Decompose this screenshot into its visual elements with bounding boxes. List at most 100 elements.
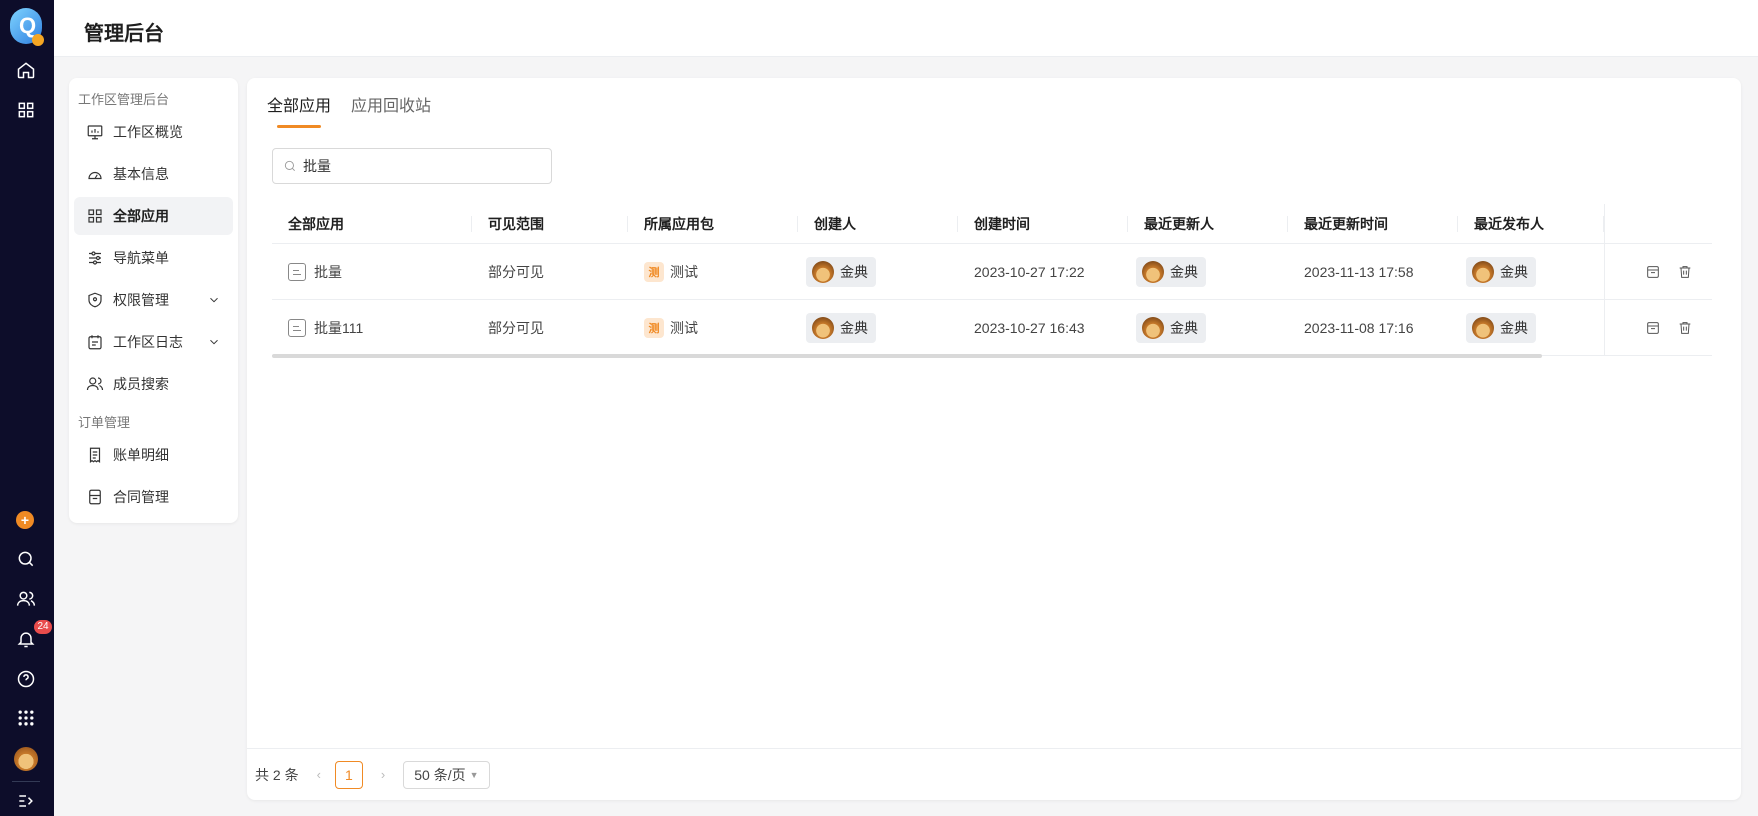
pagination: 共 2 条 ‹ 1 › 50 条/页 ▼ — [247, 748, 1741, 800]
next-page-icon[interactable]: › — [381, 767, 385, 782]
archive-icon[interactable] — [1645, 320, 1661, 336]
tab-bar: 全部应用 应用回收站 — [267, 92, 431, 128]
archive-icon[interactable] — [1645, 264, 1661, 280]
expand-rail-icon[interactable] — [15, 790, 37, 812]
user-name: 金典 — [840, 319, 868, 336]
sidebar-item-permissions[interactable]: 权限管理 — [74, 281, 233, 319]
receipt-icon — [89, 447, 101, 463]
monitor-icon — [87, 125, 103, 140]
user-chip[interactable]: 金典 — [1466, 312, 1536, 343]
total-count: 共 2 条 — [255, 766, 299, 783]
create-plus-icon[interactable]: + — [16, 511, 34, 529]
page-title: 管理后台 — [84, 23, 164, 45]
table-header: 全部应用 可见范围 所属应用包 创建人 创建时间 最近更新人 最近更新时间 最近… — [272, 204, 1712, 244]
tab-all-apps[interactable]: 全部应用 — [267, 92, 331, 128]
sidebar-item-contracts[interactable]: 合同管理 — [74, 478, 233, 516]
tab-recycle-bin[interactable]: 应用回收站 — [351, 92, 431, 128]
avatar — [812, 316, 834, 339]
app-name-cell: 批量111 — [272, 300, 472, 355]
side-menu: 工作区管理后台 工作区概览 基本信息 全部应用 导航菜单 权限管理 工作区日志 … — [69, 78, 238, 523]
form-icon — [288, 318, 306, 337]
search-box[interactable] — [272, 148, 552, 184]
updated-time-cell: 2023-11-13 17:58 — [1304, 263, 1414, 280]
col-publisher: 最近发布人 — [1458, 204, 1604, 243]
top-header: 管理后台 — [54, 0, 1758, 57]
horizontal-scrollbar[interactable] — [272, 354, 1542, 358]
publisher-cell: 金典 — [1458, 244, 1604, 299]
calendar-icon — [88, 335, 102, 350]
sidebar-item-workspace-log[interactable]: 工作区日志 — [74, 323, 233, 361]
app-name[interactable]: 批量 — [314, 262, 342, 282]
apps-grid-icon[interactable] — [15, 99, 37, 121]
actions-cell — [1604, 300, 1712, 355]
contacts-icon[interactable] — [15, 588, 37, 610]
scope-cell: 部分可见 — [488, 263, 544, 280]
sidebar-item-label: 成员搜索 — [113, 376, 169, 392]
user-chip[interactable]: 金典 — [806, 312, 876, 343]
app-name[interactable]: 批量111 — [314, 318, 363, 338]
user-chip[interactable]: 金典 — [1136, 312, 1206, 343]
table-row[interactable]: 批量 部分可见 测测试 金典 2023-10-27 17:22 金典 2023-… — [272, 244, 1712, 300]
user-name: 金典 — [1500, 319, 1528, 336]
col-creator: 创建人 — [798, 204, 958, 243]
sidebar-item-label: 工作区概览 — [113, 124, 183, 140]
col-actions — [1604, 204, 1712, 243]
avatar — [812, 260, 834, 283]
user-avatar[interactable] — [14, 747, 38, 771]
left-rail: Q + 24 — [0, 0, 54, 816]
sidebar-item-label: 导航菜单 — [113, 250, 169, 266]
creator-cell: 金典 — [798, 300, 958, 355]
search-icon — [284, 160, 295, 171]
sidebar-item-label: 权限管理 — [113, 292, 169, 308]
sidebar-item-basic-info[interactable]: 基本信息 — [74, 155, 233, 193]
page-number[interactable]: 1 — [334, 760, 363, 789]
sidebar-item-label: 工作区日志 — [113, 334, 183, 350]
search-input[interactable] — [303, 158, 533, 174]
creator-cell: 金典 — [798, 244, 958, 299]
package-cell: 测测试 — [628, 300, 798, 355]
menu-group-workspace: 工作区管理后台 — [78, 92, 170, 107]
sidebar-item-nav-menu[interactable]: 导航菜单 — [74, 239, 233, 277]
bell-icon[interactable] — [15, 628, 37, 650]
app-logo[interactable]: Q — [10, 8, 44, 46]
updater-cell: 金典 — [1128, 300, 1288, 355]
package-name: 测试 — [670, 319, 698, 336]
scope-cell: 部分可见 — [488, 319, 544, 336]
home-icon[interactable] — [15, 59, 37, 81]
grid-icon — [88, 209, 102, 223]
sidebar-item-billing[interactable]: 账单明细 — [74, 436, 233, 474]
col-updated-time: 最近更新时间 — [1288, 204, 1458, 243]
user-chip[interactable]: 金典 — [806, 256, 876, 287]
user-name: 金典 — [1170, 263, 1198, 280]
user-chip[interactable]: 金典 — [1466, 256, 1536, 287]
sidebar-item-overview[interactable]: 工作区概览 — [74, 113, 233, 151]
sidebar-item-label: 全部应用 — [113, 208, 169, 224]
actions-cell — [1604, 244, 1712, 299]
updated-time-cell: 2023-11-08 17:16 — [1304, 319, 1414, 336]
col-scope: 可见范围 — [472, 204, 628, 243]
package-icon: 测 — [644, 317, 664, 338]
sidebar-item-all-apps[interactable]: 全部应用 — [74, 197, 233, 235]
search-icon[interactable] — [15, 548, 37, 570]
package-cell: 测测试 — [628, 244, 798, 299]
user-name: 金典 — [840, 263, 868, 280]
table-row[interactable]: 批量111 部分可见 测测试 金典 2023-10-27 16:43 金典 20… — [272, 300, 1712, 356]
sidebar-item-member-search[interactable]: 成员搜索 — [74, 365, 233, 403]
page-size-select[interactable]: 50 条/页 ▼ — [403, 760, 490, 789]
trash-icon[interactable] — [1677, 320, 1693, 336]
dots-grid-icon[interactable] — [15, 707, 37, 729]
user-chip[interactable]: 金典 — [1136, 256, 1206, 287]
main-panel: 全部应用 应用回收站 全部应用 可见范围 所属应用包 创建人 创建时间 最近更新… — [247, 78, 1741, 800]
col-created-time: 创建时间 — [958, 204, 1128, 243]
col-updater: 最近更新人 — [1128, 204, 1288, 243]
apps-table: 全部应用 可见范围 所属应用包 创建人 创建时间 最近更新人 最近更新时间 最近… — [272, 204, 1712, 358]
users-icon — [86, 377, 104, 391]
trash-icon[interactable] — [1677, 264, 1693, 280]
help-icon[interactable] — [15, 668, 37, 690]
sidebar-item-label: 基本信息 — [113, 166, 169, 182]
updater-cell: 金典 — [1128, 244, 1288, 299]
prev-page-icon[interactable]: ‹ — [317, 767, 321, 782]
form-icon — [288, 262, 306, 281]
avatar — [1142, 260, 1164, 283]
avatar — [1472, 260, 1494, 283]
